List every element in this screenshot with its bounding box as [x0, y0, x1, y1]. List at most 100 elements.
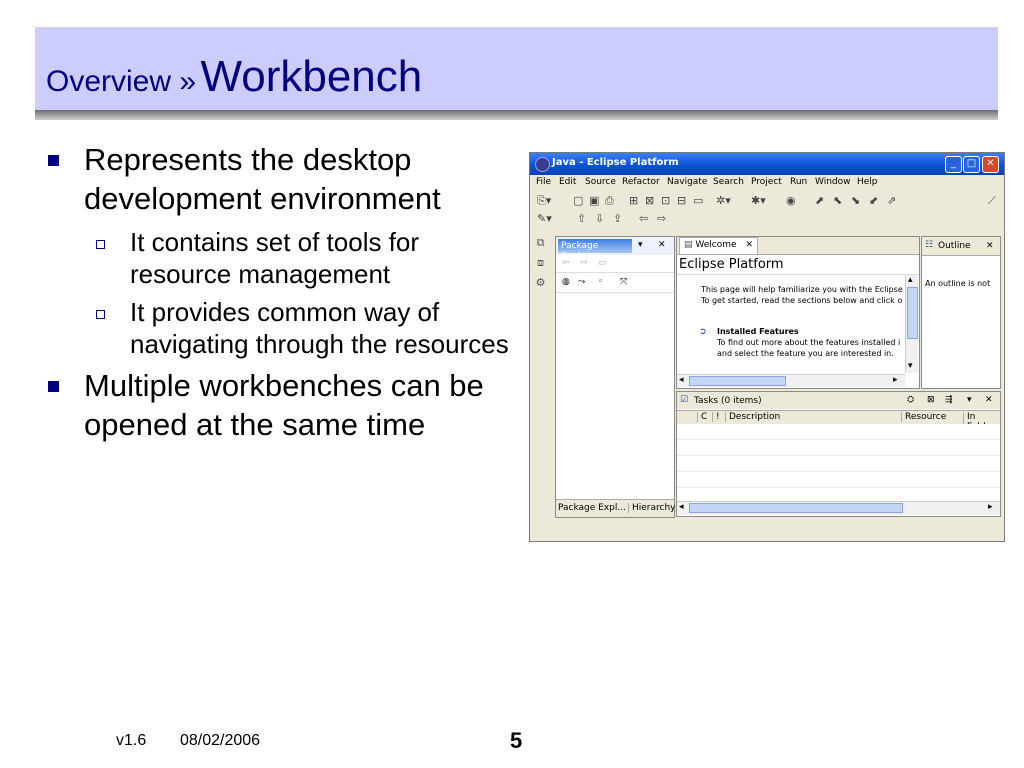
scroll-up-icon[interactable]: ▴: [908, 275, 913, 285]
nav-icon-2[interactable]: ⬉: [833, 194, 842, 207]
search-icon[interactable]: ◉: [786, 194, 796, 207]
welcome-vscrollbar[interactable]: ▴ ▾: [905, 275, 918, 373]
col-priority[interactable]: !: [712, 412, 720, 422]
menu-navigate[interactable]: Navigate: [667, 177, 707, 187]
menu-project[interactable]: Project: [751, 177, 782, 187]
new-icon[interactable]: ⎘▾: [537, 194, 551, 208]
view-menu-icon[interactable]: ▾: [638, 240, 643, 250]
open-type-icon[interactable]: ▭: [693, 194, 703, 207]
new-class-icon[interactable]: ⊠: [645, 194, 654, 207]
tasks-scroll-left-icon[interactable]: ◂: [679, 502, 684, 512]
close-outline-icon[interactable]: ✕: [986, 241, 994, 251]
package-explorer-tab[interactable]: Package Explorer: [558, 239, 632, 261]
back-icon[interactable]: ⇦: [639, 212, 648, 225]
tab-package-explorer[interactable]: Package Expl...: [558, 503, 626, 513]
nav-icon-5[interactable]: ⇗: [887, 194, 896, 207]
pe-dot-icon[interactable]: ◦: [598, 277, 603, 287]
outline-icon: ☷: [925, 240, 934, 250]
menu-refactor[interactable]: Refactor: [622, 177, 660, 187]
run-icon[interactable]: ✱▾: [751, 194, 766, 207]
pe-collapse-icon[interactable]: ⤧: [620, 277, 627, 287]
tasks-hscroll-thumb[interactable]: [689, 503, 903, 513]
pe-up-icon[interactable]: ▭: [598, 258, 607, 268]
delete-task-icon[interactable]: ⊠: [927, 395, 935, 405]
menu-edit[interactable]: Edit: [559, 177, 576, 187]
pin-icon[interactable]: ⟋: [988, 194, 996, 208]
menu-run[interactable]: Run: [790, 177, 807, 187]
filter-icon[interactable]: ⛭: [907, 395, 914, 405]
installed-text-1: To find out more about the features inst…: [717, 338, 901, 347]
add-task-icon[interactable]: ⇶: [945, 395, 953, 405]
close-tab-icon[interactable]: ✕: [745, 240, 753, 250]
welcome-hscrollbar[interactable]: ◂ ▸: [677, 374, 905, 387]
close-view-icon[interactable]: ✕: [658, 240, 666, 250]
col-completed[interactable]: C: [697, 412, 707, 422]
save-all-icon[interactable]: ▣: [589, 194, 599, 207]
new-package-icon[interactable]: ⊞: [629, 194, 638, 207]
welcome-tab[interactable]: ▤ Welcome ✕: [679, 237, 758, 254]
pe-filter-icon[interactable]: ◍: [562, 277, 570, 287]
pe-bottom-tabs: Package Expl... Hierarchy: [556, 499, 676, 517]
bullet-text: Represents the desktop development envir…: [84, 142, 441, 216]
scroll-down-icon[interactable]: ▾: [908, 361, 913, 371]
tab-hierarchy[interactable]: Hierarchy: [628, 503, 676, 513]
eclipse-window: Java - Eclipse Platform _ □ ✕ File Edit …: [529, 152, 1005, 542]
new-interface-icon[interactable]: ⊡: [661, 194, 670, 207]
installed-features-heading[interactable]: Installed Features: [717, 327, 799, 336]
nav-icon-1[interactable]: ⬈: [815, 194, 824, 207]
save-icon[interactable]: ▢: [573, 194, 583, 207]
pe-back-icon[interactable]: ⇦: [562, 258, 570, 268]
pe-toolbar-1: ⇦ ⇨ ▭: [556, 256, 674, 273]
menu-search[interactable]: Search: [713, 177, 744, 187]
java-perspective-shortcut-icon[interactable]: ⚙: [533, 276, 548, 291]
scroll-right-icon[interactable]: ▸: [893, 375, 898, 385]
prev-annotation-icon[interactable]: ⇧: [577, 212, 586, 225]
hscroll-thumb[interactable]: [689, 376, 786, 386]
debug-icon[interactable]: ✲▾: [716, 194, 731, 207]
java-perspective-icon[interactable]: ✎▾: [537, 212, 552, 225]
pe-link-icon[interactable]: ⤳: [578, 277, 585, 287]
menu-source[interactable]: Source: [585, 177, 616, 187]
outline-header: ☷ Outline ✕: [922, 237, 1000, 256]
resource-perspective-icon[interactable]: ⧈: [533, 256, 548, 271]
tasks-panel: ☑ Tasks (0 items) ⛭ ⊠ ⇶ ▾ ✕ C ! Descript…: [676, 391, 1001, 517]
hollow-square-bullet-icon: [96, 240, 105, 249]
slide-title: Overview » Workbench: [46, 52, 422, 102]
print-icon[interactable]: ⎙: [605, 194, 614, 208]
eclipse-app-icon: [535, 157, 550, 172]
scroll-thumb[interactable]: [907, 287, 918, 339]
scroll-left-icon[interactable]: ◂: [679, 375, 684, 385]
outline-tab[interactable]: Outline: [938, 241, 971, 251]
menu-help[interactable]: Help: [857, 177, 878, 187]
welcome-editor: ▤ Welcome ✕ Eclipse Platform This page w…: [676, 236, 920, 389]
bullet-item: Multiple workbenches can be opened at th…: [40, 366, 510, 444]
open-perspective-icon[interactable]: ⧉: [533, 236, 548, 251]
hollow-square-bullet-icon: [96, 310, 105, 319]
minimize-icon[interactable]: _: [945, 156, 962, 173]
next-annotation-icon[interactable]: ⇩: [595, 212, 604, 225]
close-icon[interactable]: ✕: [982, 156, 999, 173]
tasks-scroll-right-icon[interactable]: ▸: [988, 502, 993, 512]
square-bullet-icon: [48, 381, 59, 392]
maximize-icon[interactable]: □: [963, 156, 980, 173]
close-tasks-icon[interactable]: ✕: [985, 395, 993, 405]
bullet-list: Represents the desktop development envir…: [40, 140, 510, 450]
eclipse-window-title: Java - Eclipse Platform: [552, 157, 679, 168]
pe-forward-icon[interactable]: ⇨: [580, 258, 588, 268]
tasks-header: ☑ Tasks (0 items) ⛭ ⊠ ⇶ ▾ ✕: [677, 392, 1000, 409]
nav-icon-4[interactable]: ⬋: [869, 194, 878, 207]
page-number: 5: [510, 728, 523, 753]
last-edit-icon[interactable]: ⇪: [613, 212, 622, 225]
sub-bullet-item: It provides common way of navigating thr…: [40, 296, 510, 360]
tasks-hscrollbar[interactable]: ◂ ▸: [677, 501, 1000, 515]
menu-file[interactable]: File: [536, 177, 551, 187]
tasks-menu-icon[interactable]: ▾: [967, 395, 972, 405]
new-enum-icon[interactable]: ⊟: [677, 194, 686, 207]
forward-icon[interactable]: ⇨: [657, 212, 666, 225]
menu-window[interactable]: Window: [815, 177, 851, 187]
tasks-tab[interactable]: Tasks (0 items): [694, 396, 762, 406]
nav-icon-3[interactable]: ⬊: [851, 194, 860, 207]
col-description[interactable]: Description: [725, 412, 780, 422]
main-toolbar: ⎘▾ ▢ ▣ ⎙ ⊞ ⊠ ⊡ ⊟ ▭ ✲▾ ✱▾ ◉ ⬈ ⬉ ⬊ ⬋ ⇗ ⟋: [533, 192, 1001, 210]
col-resource[interactable]: Resource: [901, 412, 946, 422]
